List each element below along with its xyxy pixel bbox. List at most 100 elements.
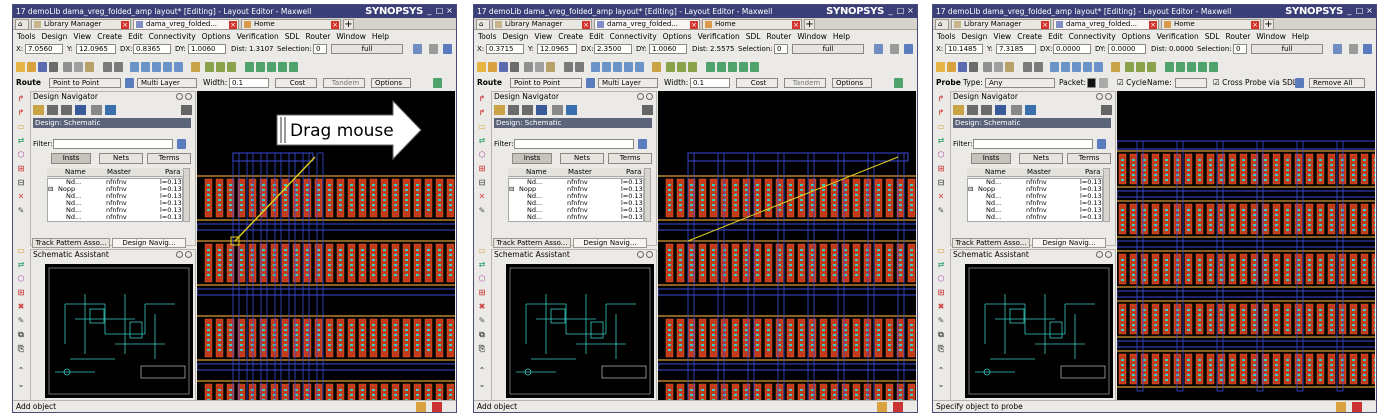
scale-icon[interactable] xyxy=(522,105,533,115)
nav-settings-icon[interactable] xyxy=(1101,105,1112,115)
menu-view[interactable]: View xyxy=(534,32,552,41)
paste-icon[interactable] xyxy=(546,62,555,72)
copy-tool-icon[interactable]: ⧉ xyxy=(16,331,26,339)
rectangle-icon[interactable]: ▭ xyxy=(16,123,26,131)
tab-layout[interactable]: dama_vreg_folded... × xyxy=(133,19,239,30)
tab-close-icon[interactable]: × xyxy=(121,21,129,29)
full-button[interactable]: full xyxy=(1251,44,1323,54)
scale-icon[interactable] xyxy=(981,105,992,115)
polygon-icon[interactable]: ⬡ xyxy=(936,151,946,159)
close-icon[interactable]: × xyxy=(1365,6,1374,16)
zoom-fit-icon[interactable] xyxy=(613,62,622,72)
y-field[interactable]: 12.0965 xyxy=(76,44,116,54)
nav-search-icon[interactable] xyxy=(1025,105,1036,115)
filter-search-icon[interactable] xyxy=(1097,139,1106,149)
cost-button[interactable]: Cost xyxy=(736,78,778,88)
minimize-icon[interactable]: _ xyxy=(1345,6,1354,16)
packet-dropdown-icon[interactable] xyxy=(1099,78,1108,88)
x-field[interactable]: 0.3715 xyxy=(486,44,524,54)
layer-tool-icon[interactable]: ▭ xyxy=(477,247,487,255)
select-icon[interactable]: ↱ xyxy=(936,95,946,103)
nav-settings-icon[interactable] xyxy=(642,105,653,115)
tab-close-icon[interactable]: × xyxy=(690,21,698,29)
menu-help[interactable]: Help xyxy=(1292,32,1309,41)
menu-help[interactable]: Help xyxy=(372,32,389,41)
route-icon[interactable] xyxy=(245,62,254,72)
warning-icon[interactable] xyxy=(893,402,903,412)
menu-window[interactable]: Window xyxy=(1256,32,1286,41)
filter-icon[interactable] xyxy=(75,105,86,115)
stretch-icon[interactable]: ⬡ xyxy=(477,275,487,283)
menu-view[interactable]: View xyxy=(73,32,91,41)
extract-icon[interactable] xyxy=(1209,62,1218,72)
array-icon[interactable]: ⊞ xyxy=(16,289,26,297)
dy-field[interactable]: 1.0060 xyxy=(188,44,226,54)
tab-library-manager[interactable]: Library Manager × xyxy=(31,19,131,30)
cost-button[interactable]: Cost xyxy=(275,78,317,88)
expand-icon[interactable]: ⌃ xyxy=(16,367,26,375)
hierarchy-icon[interactable] xyxy=(666,62,675,72)
grid-icon[interactable] xyxy=(429,44,438,54)
menu-connectivity[interactable]: Connectivity xyxy=(610,32,657,41)
drc-icon[interactable] xyxy=(728,62,737,72)
dx-field[interactable]: 0.0000 xyxy=(1053,44,1091,54)
save-icon[interactable] xyxy=(958,62,967,72)
multi-layer-dropdown[interactable]: Multi Layer xyxy=(137,78,197,88)
tab-design-navigator[interactable]: Design Navig... xyxy=(1032,238,1106,248)
nav-box-icon[interactable] xyxy=(1011,105,1022,115)
tab-close-icon[interactable]: × xyxy=(792,21,800,29)
col-master[interactable]: Master xyxy=(107,168,131,177)
delete-icon[interactable]: ✖ xyxy=(477,303,487,311)
delete-icon[interactable]: ✖ xyxy=(16,303,26,311)
nav-settings-icon[interactable] xyxy=(181,105,192,115)
panel-close-icon[interactable] xyxy=(1105,251,1112,258)
tab-close-icon[interactable]: × xyxy=(1251,21,1259,29)
redo-icon[interactable] xyxy=(1034,62,1043,72)
dy-field[interactable]: 0.0000 xyxy=(1108,44,1146,54)
schematic-preview[interactable] xyxy=(506,264,654,398)
tandem-button[interactable]: Tandem xyxy=(784,78,826,88)
tandem-button[interactable]: Tandem xyxy=(323,78,365,88)
nets-toggle[interactable]: Nets xyxy=(99,153,143,164)
redraw-icon[interactable] xyxy=(191,62,200,72)
panel-close-icon[interactable] xyxy=(1105,93,1112,100)
design-selector[interactable]: Design: Schematic xyxy=(953,118,1111,128)
options-dropdown[interactable]: Options xyxy=(832,78,872,88)
redraw-icon[interactable] xyxy=(652,62,661,72)
via-icon[interactable] xyxy=(717,62,726,72)
via-tool-icon[interactable]: ⊞ xyxy=(16,165,26,173)
tab-layout[interactable]: dama_vreg_folded... × xyxy=(594,19,700,30)
route-tool-icon[interactable]: ↱ xyxy=(16,109,26,117)
pencil-icon[interactable]: ✎ xyxy=(936,207,946,215)
ruler-icon[interactable]: ⊟ xyxy=(936,179,946,187)
print-icon[interactable] xyxy=(510,62,519,72)
menu-design[interactable]: Design xyxy=(41,32,67,41)
menu-help[interactable]: Help xyxy=(833,32,850,41)
close-icon[interactable]: × xyxy=(445,6,454,16)
filter-search-icon[interactable] xyxy=(177,139,186,149)
menu-connectivity[interactable]: Connectivity xyxy=(149,32,196,41)
copy-tool-icon[interactable]: ⧉ xyxy=(936,331,946,339)
lvs-icon[interactable] xyxy=(278,62,287,72)
new-file-icon[interactable] xyxy=(477,62,486,72)
nets-toggle[interactable]: Nets xyxy=(560,153,604,164)
nav-search-icon[interactable] xyxy=(566,105,577,115)
pan-icon[interactable] xyxy=(1094,62,1103,72)
zoom-in-icon[interactable] xyxy=(1050,62,1059,72)
maximize-icon[interactable]: □ xyxy=(435,6,444,16)
schematic-preview[interactable] xyxy=(45,264,193,398)
menu-window[interactable]: Window xyxy=(336,32,366,41)
connect-icon[interactable]: ⇄ xyxy=(477,261,487,269)
tab-home[interactable]: Home × xyxy=(241,19,341,30)
minimize-icon[interactable]: _ xyxy=(886,6,895,16)
point-to-point-toggle[interactable]: Point to Point xyxy=(510,78,582,88)
open-folder-icon[interactable] xyxy=(488,62,497,72)
options-dropdown[interactable]: Options xyxy=(371,78,411,88)
label-icon[interactable]: ✕ xyxy=(477,193,487,201)
panel-restore-icon[interactable] xyxy=(637,93,644,100)
menu-router[interactable]: Router xyxy=(766,32,791,41)
stretch-icon[interactable]: ⬡ xyxy=(16,275,26,283)
col-name[interactable]: Name xyxy=(65,168,86,177)
extract-icon[interactable] xyxy=(289,62,298,72)
settings-icon[interactable] xyxy=(904,44,913,54)
